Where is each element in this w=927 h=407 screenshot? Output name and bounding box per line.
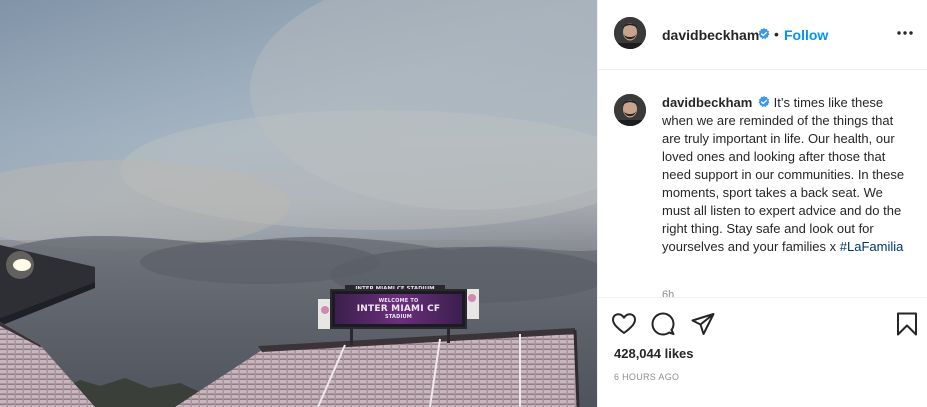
scoreboard-line-2: INTER MIAMI CF <box>356 303 441 314</box>
avatar-image <box>614 94 646 126</box>
hashtag-link[interactable]: #LaFamilia <box>840 239 904 254</box>
post-header: davidbeckham • Follow <box>598 0 927 70</box>
caption-avatar[interactable] <box>614 94 646 126</box>
likes-count[interactable]: 428,044 likes <box>614 346 694 361</box>
caption-username[interactable]: davidbeckham <box>662 95 752 110</box>
caption-area: davidbeckham It’s times like these when … <box>598 71 927 297</box>
follow-button[interactable]: Follow <box>784 27 828 43</box>
avatar[interactable] <box>614 17 646 49</box>
scoreboard-screen: WELCOME TO INTER MIAMI CF STADIUM <box>335 294 462 324</box>
verified-badge-icon <box>758 28 770 39</box>
separator-dot: • <box>774 26 779 42</box>
share-icon[interactable] <box>690 311 716 337</box>
caption-time[interactable]: 6h <box>662 289 674 297</box>
bookmark-icon[interactable] <box>894 311 920 337</box>
post-photo[interactable]: INTER MIAMI CF STADIUM WELCOME TO INTER … <box>0 0 597 407</box>
post-timestamp[interactable]: 6 HOURS AGO <box>614 372 679 382</box>
scoreboard-line-3: STADIUM <box>385 313 412 320</box>
stadium-scene <box>0 0 597 407</box>
header-username[interactable]: davidbeckham <box>662 27 759 43</box>
action-bar: 428,044 likes 6 HOURS AGO <box>598 297 927 407</box>
scoreboard-line-1: WELCOME TO <box>378 297 419 304</box>
comment-icon[interactable] <box>650 311 676 337</box>
more-options-icon[interactable] <box>895 23 915 43</box>
avatar-image <box>614 17 646 49</box>
heart-icon[interactable] <box>611 311 637 337</box>
caption-body: It’s times like these when we are remind… <box>662 95 905 254</box>
caption-text: davidbeckham It’s times like these when … <box>662 94 912 256</box>
verified-badge-icon <box>758 96 770 107</box>
instagram-post: INTER MIAMI CF STADIUM WELCOME TO INTER … <box>0 0 927 407</box>
post-side-panel: davidbeckham • Follow davidbeckham It’s … <box>597 0 927 407</box>
scoreboard: WELCOME TO INTER MIAMI CF STADIUM <box>330 289 467 329</box>
